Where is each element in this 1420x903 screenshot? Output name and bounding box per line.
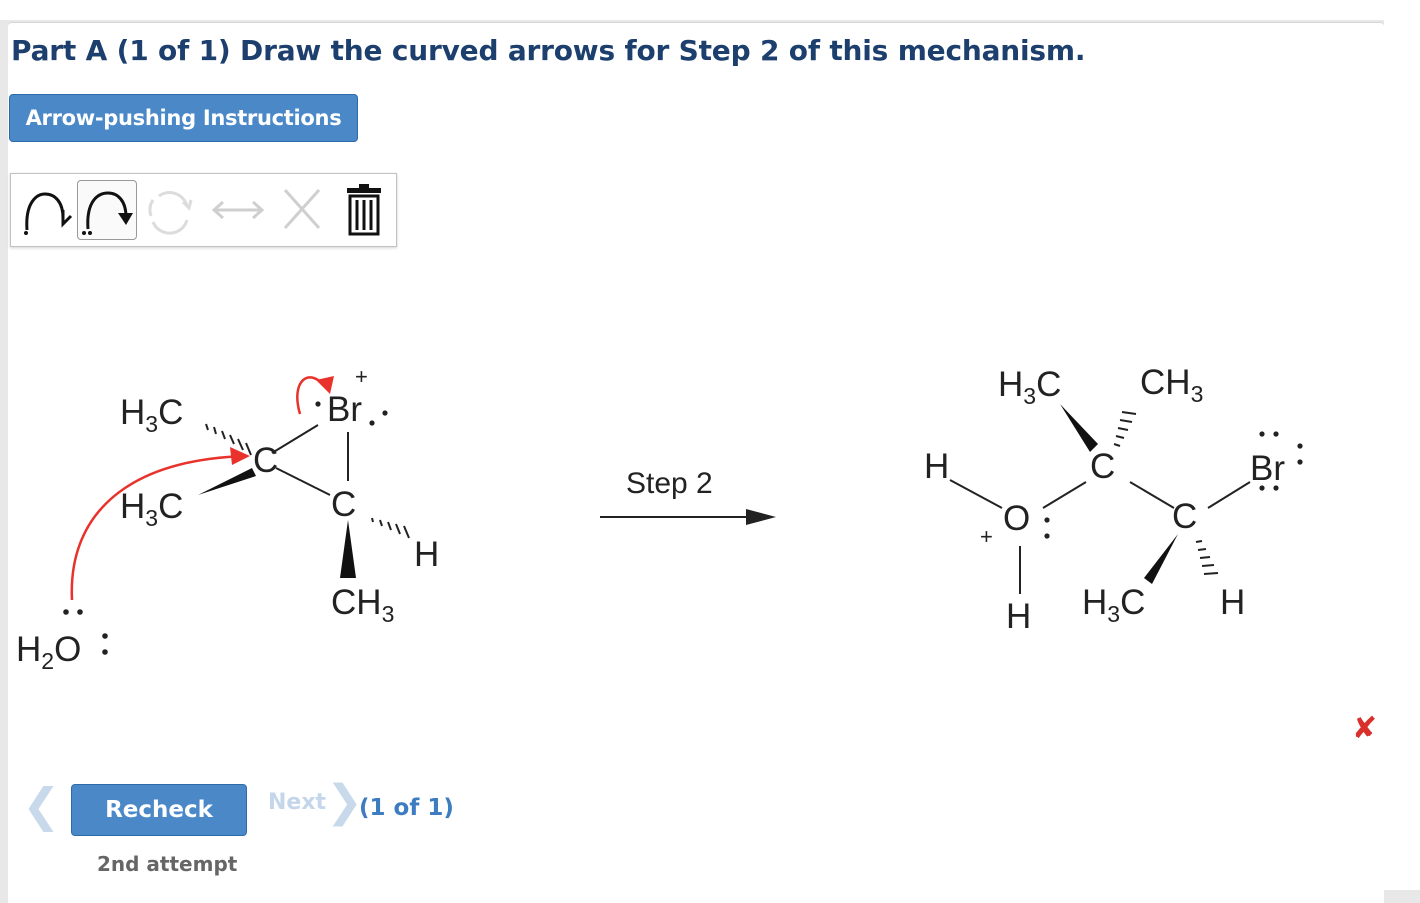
hashed-bond-ch3 [1113,411,1137,447]
charge-label: + [980,524,993,549]
lone-pair-dot [1044,533,1050,539]
hashed-bond-h [371,517,410,539]
bond-c-br [271,424,319,454]
reaction-arrow: Step 2 [600,467,776,525]
charge-label: + [355,364,368,389]
bond-c-c [1129,481,1175,509]
lone-pair-dot [1273,431,1279,437]
lone-pair-dot [315,401,321,407]
water-molecule: H2O [16,630,81,674]
atom-label: H [1006,597,1031,636]
atom-label: H3C [998,365,1061,409]
mechanism-canvas[interactable]: H3C C Br + H3C C H CH3 H2O Step 2 H3C CH… [0,0,1384,760]
atom-label: Br [327,390,362,429]
arrowhead [746,509,776,525]
atom-label: CH3 [331,583,394,627]
atom-label: H [1220,583,1245,622]
lone-pair-dot [1297,459,1303,465]
recheck-button[interactable]: Recheck [71,784,247,836]
atom-label: H [924,447,949,486]
reactant-structure: H3C C Br + H3C C H CH3 H2O [16,364,439,674]
atom-label: C [1090,447,1115,486]
incorrect-x-icon: ✘ [1352,711,1378,746]
atom-label: O [1003,499,1030,538]
wedge-bond-ch3 [340,520,356,578]
atom-label: C [331,485,356,524]
lone-pair-dot [1297,443,1303,449]
lone-pair-dot [1273,485,1279,491]
lone-pair-dot [63,609,69,615]
bond-c-c [275,467,331,496]
lone-pair-dot [102,633,108,639]
lone-pair-dot [77,609,83,615]
next-part-link[interactable]: Next [268,790,326,815]
bond-h-o [949,479,1003,509]
part-page-count: (1 of 1) [359,795,454,821]
bond-o-c [1042,481,1087,509]
lone-pair-dot [382,410,388,416]
step-label: Step 2 [626,467,713,500]
wedge-bond-h3c-bottom [1144,534,1178,584]
scrollbar-gutter[interactable] [1384,0,1420,890]
atom-label: Br [1250,449,1285,488]
atom-label: C [1172,497,1197,536]
lone-pair-dot [1259,485,1265,491]
hashed-bond-h [1195,540,1219,575]
next-part-chevron-icon[interactable]: ❯ [326,780,363,824]
curved-arrow-water-to-carbon[interactable] [70,454,247,601]
product-structure: H3C CH3 H C O + Br C H H3C H [924,363,1303,636]
atom-label: CH3 [1140,363,1203,407]
wedge-bond-h3c [198,468,256,495]
atom-label: H3C [120,487,183,531]
attempt-counter: 2nd attempt [97,852,238,876]
previous-part-chevron-icon[interactable]: ❮ [22,782,61,828]
atom-label: H3C [120,393,183,437]
wedge-bond-h3c [1060,404,1098,452]
hashed-bond-h3c-top [205,423,252,456]
arrowhead [230,447,250,465]
atom-label: C [253,441,278,480]
lone-pair-dot [1259,431,1265,437]
drawn-curved-arrows[interactable] [70,376,334,601]
atom-label: H [414,535,439,574]
bond-c-br [1207,481,1251,509]
lone-pair-dot [1044,517,1050,523]
lone-pair-dot [369,420,375,426]
lone-pair-dot [102,649,108,655]
atom-label: H3C [1082,583,1145,627]
